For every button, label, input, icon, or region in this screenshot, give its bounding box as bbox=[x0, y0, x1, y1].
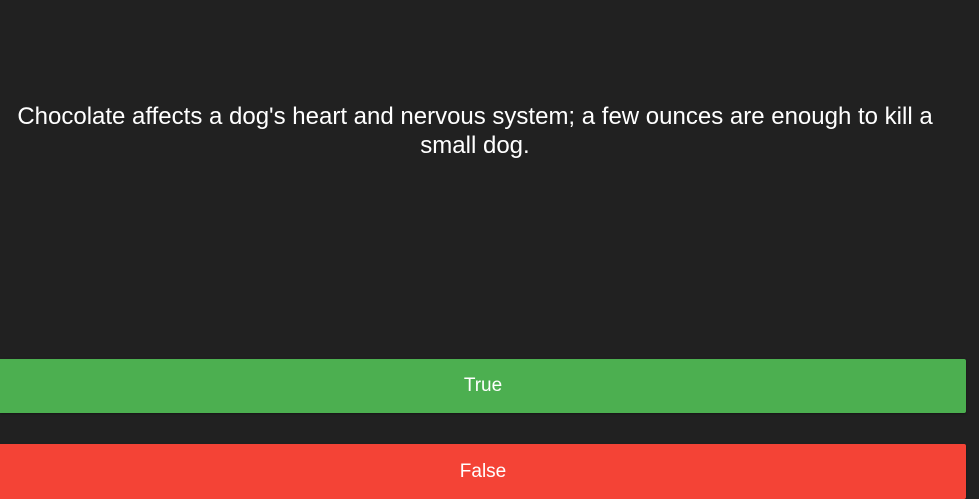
false-button[interactable]: False bbox=[0, 444, 966, 499]
quiz-screen: Chocolate affects a dog's heart and nerv… bbox=[0, 0, 979, 499]
question-text: Chocolate affects a dog's heart and nerv… bbox=[17, 103, 933, 159]
true-button[interactable]: True bbox=[0, 359, 966, 413]
